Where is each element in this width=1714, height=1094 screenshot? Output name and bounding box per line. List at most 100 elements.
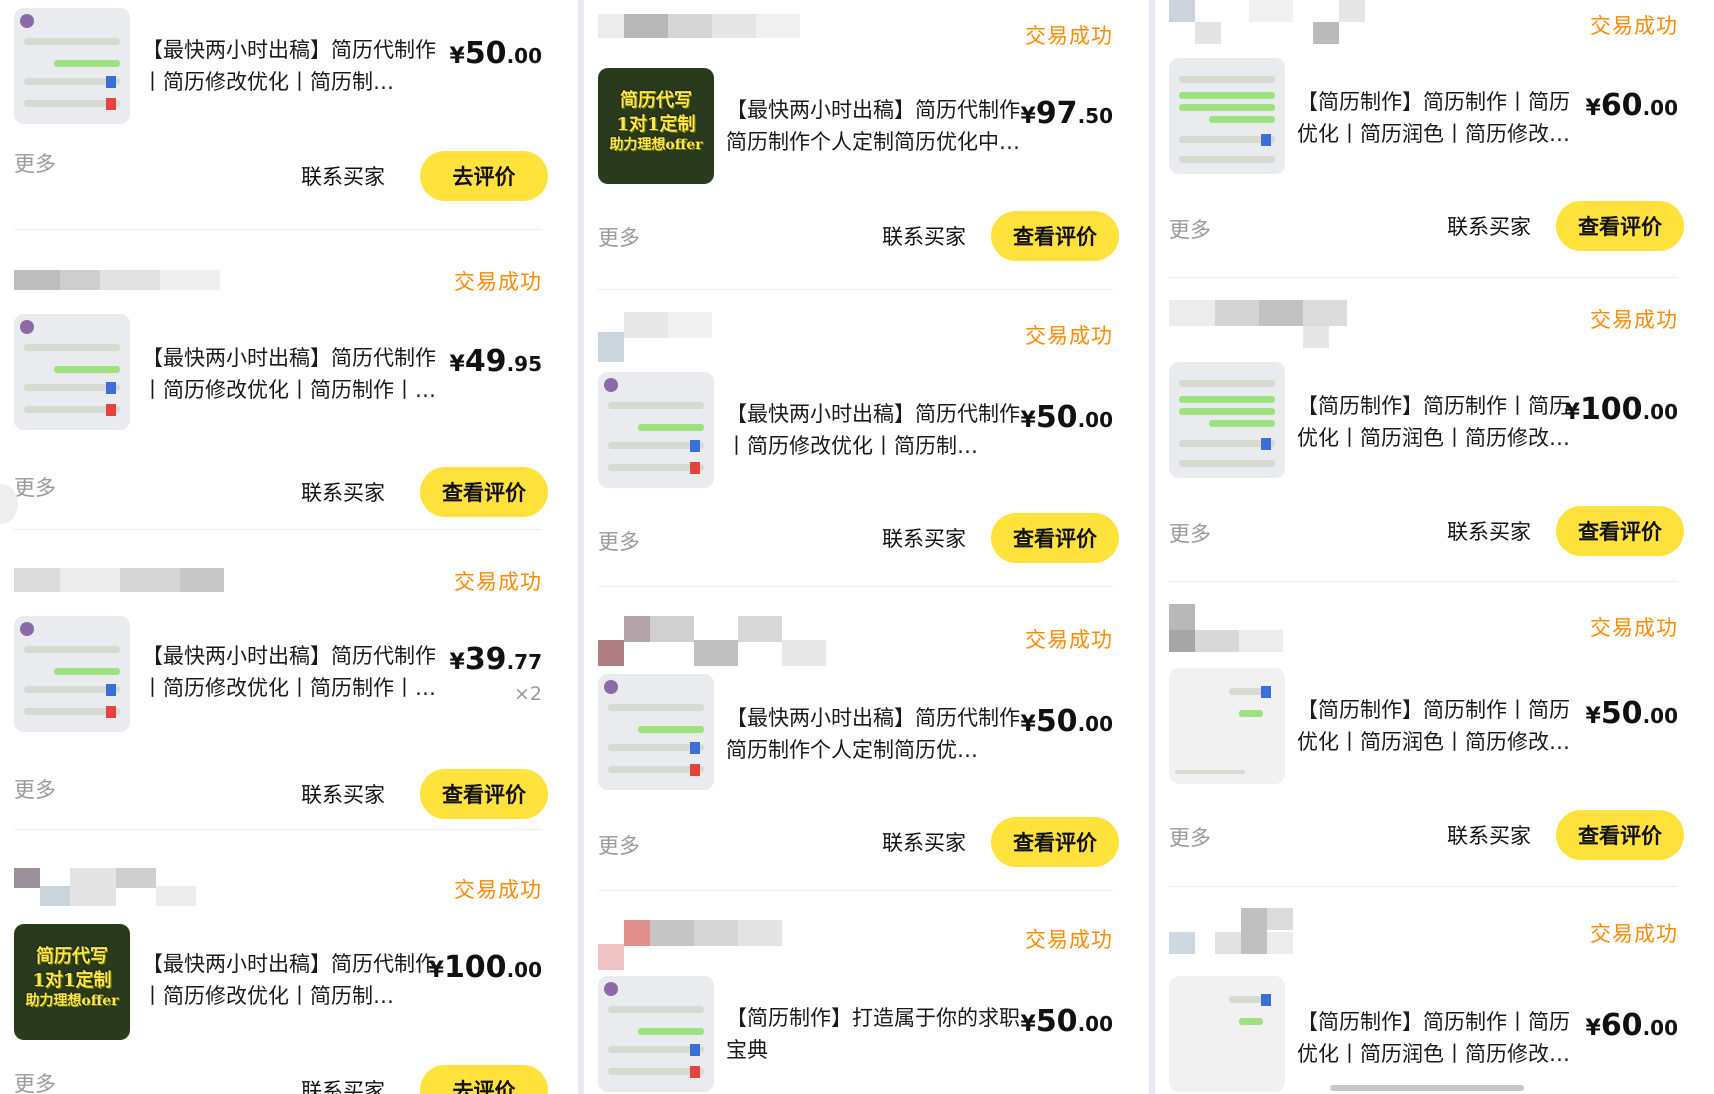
- product-title[interactable]: 【简历制作】简历制作丨简历优化丨简历润色丨简历修改…: [1297, 1006, 1587, 1070]
- product-title[interactable]: 【最快两小时出稿】简历代制作简历制作个人定制简历优化中…: [726, 94, 1026, 158]
- view-review-button[interactable]: 查看评价: [991, 211, 1119, 261]
- product-thumbnail[interactable]: [14, 314, 130, 430]
- more-link[interactable]: 更多: [14, 774, 56, 804]
- buyer-name-blurred: [14, 868, 314, 908]
- price: ¥50.00: [1585, 696, 1679, 731]
- order-column-1: 【最快两小时出稿】简历代制作丨简历修改优化丨简历制… ¥50.00 更多 联系买…: [0, 0, 578, 1094]
- more-link[interactable]: 更多: [598, 830, 640, 860]
- product-thumbnail[interactable]: [14, 616, 130, 732]
- pdf-file-icon: [690, 1066, 700, 1078]
- product-thumbnail[interactable]: [598, 976, 714, 1092]
- product-title[interactable]: 【最快两小时出稿】简历代制作丨简历修改优化丨简历制…: [726, 398, 1026, 462]
- order-status: 交易成功: [1590, 308, 1678, 332]
- view-review-button[interactable]: 查看评价: [420, 467, 548, 517]
- buyer-name-blurred: [1169, 300, 1469, 348]
- order-status: 交易成功: [454, 270, 542, 294]
- product-title[interactable]: 【简历制作】简历制作丨简历优化丨简历润色丨简历修改…: [1297, 694, 1587, 758]
- product-title[interactable]: 【最快两小时出稿】简历代制作丨简历修改优化丨简历制…: [142, 948, 442, 1012]
- product-title[interactable]: 【简历制作】简历制作丨简历优化丨简历润色丨简历修改…: [1297, 86, 1587, 150]
- product-thumbnail[interactable]: [14, 8, 130, 124]
- more-link[interactable]: 更多: [598, 526, 640, 556]
- contact-buyer-button[interactable]: 联系买家: [864, 211, 984, 261]
- more-link[interactable]: 更多: [14, 472, 56, 502]
- order-card[interactable]: 交易成功 【最快两小时出稿】简历代制作丨简历修改优化丨简历制作丨… ¥39.77…: [0, 550, 578, 830]
- view-review-button[interactable]: 查看评价: [991, 817, 1119, 867]
- product-thumbnail[interactable]: [1169, 58, 1285, 174]
- word-file-icon: [1261, 994, 1271, 1006]
- view-review-button[interactable]: 查看评价: [1556, 506, 1684, 556]
- product-thumbnail[interactable]: [598, 372, 714, 488]
- contact-buyer-button[interactable]: 联系买家: [283, 1065, 403, 1094]
- product-thumbnail[interactable]: [1169, 976, 1285, 1092]
- word-file-icon: [106, 382, 116, 394]
- product-thumbnail[interactable]: 简历代写 1对1定制 助力理想offer: [598, 68, 714, 184]
- divider: [1169, 581, 1678, 582]
- buyer-name-blurred: [1169, 604, 1469, 652]
- pdf-file-icon: [106, 98, 116, 110]
- price: ¥39.77: [449, 642, 543, 677]
- more-link[interactable]: 更多: [1169, 518, 1211, 548]
- order-card[interactable]: 交易成功 【简历制作】打造属于你的求职宝典 ¥50.00: [584, 912, 1149, 1094]
- product-thumbnail[interactable]: 简历代写 1对1定制 助力理想offer: [14, 924, 130, 1040]
- order-status: 交易成功: [1025, 324, 1113, 348]
- contact-buyer-button[interactable]: 联系买家: [283, 151, 403, 201]
- product-title[interactable]: 【简历制作】简历制作丨简历优化丨简历润色丨简历修改…: [1297, 390, 1587, 454]
- divider: [598, 289, 1113, 290]
- order-card[interactable]: 交易成功 【简历制作】简历制作丨简历优化丨简历润色丨简历修改… ¥50.00 更…: [1155, 596, 1714, 896]
- buyer-name-blurred: [14, 258, 314, 298]
- poster-line: 简历代写: [36, 946, 108, 967]
- order-card[interactable]: 交易成功 【最快两小时出稿】简历代制作简历制作个人定制简历优… ¥50.00 更…: [584, 608, 1149, 908]
- word-file-icon: [1261, 438, 1271, 450]
- poster-line: 简历代写: [620, 90, 692, 111]
- avatar-icon: [604, 680, 618, 694]
- product-title[interactable]: 【简历制作】打造属于你的求职宝典: [726, 1002, 1026, 1066]
- avatar-icon: [604, 378, 618, 392]
- more-link[interactable]: 更多: [1169, 214, 1211, 244]
- product-title[interactable]: 【最快两小时出稿】简历代制作丨简历修改优化丨简历制…: [142, 34, 442, 98]
- order-card[interactable]: 交易成功 【最快两小时出稿】简历代制作丨简历修改优化丨简历制… ¥50.00 更…: [584, 304, 1149, 604]
- order-card[interactable]: 【最快两小时出稿】简历代制作丨简历修改优化丨简历制… ¥50.00 更多 联系买…: [0, 0, 578, 230]
- poster-line: 1对1定制: [32, 970, 112, 991]
- order-card[interactable]: 交易成功 【最快两小时出稿】简历代制作丨简历修改优化丨简历制作丨… ¥49.95…: [0, 250, 578, 530]
- product-thumbnail[interactable]: [1169, 668, 1285, 784]
- order-status: 交易成功: [1025, 628, 1113, 652]
- product-title[interactable]: 【最快两小时出稿】简历代制作简历制作个人定制简历优…: [726, 702, 1026, 766]
- contact-buyer-button[interactable]: 联系买家: [283, 467, 403, 517]
- pdf-file-icon: [106, 706, 116, 718]
- contact-buyer-button[interactable]: 联系买家: [864, 513, 984, 563]
- contact-buyer-button[interactable]: 联系买家: [864, 817, 984, 867]
- product-title[interactable]: 【最快两小时出稿】简历代制作丨简历修改优化丨简历制作丨…: [142, 640, 442, 704]
- order-card[interactable]: 交易成功 【简历制作】简历制作丨简历优化丨简历润色丨简历修改… ¥100.00 …: [1155, 292, 1714, 588]
- contact-buyer-button[interactable]: 联系买家: [1429, 810, 1549, 860]
- order-card[interactable]: 交易成功 简历代写 1对1定制 助力理想offer 【最快两小时出稿】简历代制作…: [0, 860, 578, 1094]
- order-card[interactable]: 交易成功 简历代写 1对1定制 助力理想offer 【最快两小时出稿】简历代制作…: [584, 0, 1149, 290]
- poster-line: 助力理想offer: [25, 993, 119, 1009]
- contact-buyer-button[interactable]: 联系买家: [283, 769, 403, 819]
- more-link[interactable]: 更多: [1169, 822, 1211, 852]
- home-indicator[interactable]: [1330, 1085, 1524, 1091]
- contact-buyer-button[interactable]: 联系买家: [1429, 201, 1549, 251]
- order-status: 交易成功: [1590, 922, 1678, 946]
- product-thumbnail[interactable]: [1169, 362, 1285, 478]
- go-review-button[interactable]: 去评价: [420, 1065, 548, 1094]
- buyer-name-blurred: [14, 558, 314, 598]
- more-link[interactable]: 更多: [14, 148, 56, 178]
- view-review-button[interactable]: 查看评价: [1556, 810, 1684, 860]
- go-review-button[interactable]: 去评价: [420, 151, 548, 201]
- more-link[interactable]: 更多: [598, 222, 640, 252]
- view-review-button[interactable]: 查看评价: [991, 513, 1119, 563]
- order-status: 交易成功: [1590, 616, 1678, 640]
- product-title[interactable]: 【最快两小时出稿】简历代制作丨简历修改优化丨简历制作丨…: [142, 342, 442, 406]
- product-thumbnail[interactable]: [598, 674, 714, 790]
- view-review-button[interactable]: 查看评价: [1556, 201, 1684, 251]
- more-link[interactable]: 更多: [14, 1068, 56, 1094]
- pdf-file-icon: [690, 462, 700, 474]
- poster-line: 助力理想offer: [609, 137, 703, 153]
- order-card[interactable]: 交易成功 【简历制作】简历制作丨简历优化丨简历润色丨简历修改… ¥60.00: [1155, 900, 1714, 1094]
- avatar-icon: [604, 982, 618, 996]
- contact-buyer-button[interactable]: 联系买家: [1429, 506, 1549, 556]
- order-column-3: 交易成功 【简历制作】简历制作丨简历优化丨简历润色丨简历修改… ¥60.00 更…: [1155, 0, 1714, 1094]
- order-card[interactable]: 交易成功 【简历制作】简历制作丨简历优化丨简历润色丨简历修改… ¥60.00 更…: [1155, 0, 1714, 282]
- divider: [1169, 886, 1678, 887]
- view-review-button[interactable]: 查看评价: [420, 769, 548, 819]
